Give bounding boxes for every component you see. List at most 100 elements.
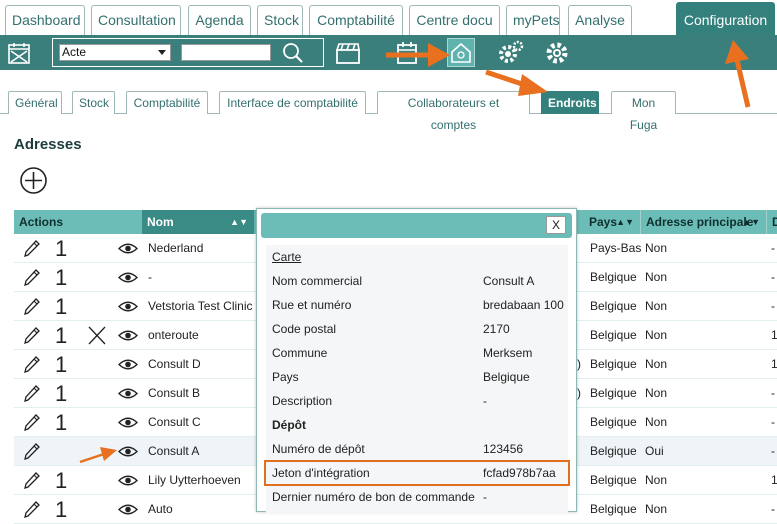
field-label: Description: [272, 394, 333, 408]
popup-field-row: Pays Belgique: [266, 365, 568, 389]
subtab-general[interactable]: Général: [8, 91, 62, 114]
field-label: Nom commercial: [272, 274, 363, 288]
tab-comptabilite[interactable]: Comptabilité: [309, 5, 403, 35]
edit-pencil-icon[interactable]: [22, 408, 40, 437]
subtab-stock[interactable]: Stock: [72, 91, 115, 114]
tab-analyse[interactable]: Analyse: [568, 5, 632, 35]
tab-consultation[interactable]: Consultation: [91, 5, 181, 35]
map-link[interactable]: Carte: [272, 245, 301, 269]
row-count: 1: [55, 294, 68, 319]
subtab-comptabilite[interactable]: Comptabilité: [126, 91, 208, 114]
row-pays: Belgique: [590, 386, 637, 400]
eye-icon[interactable]: [118, 437, 138, 466]
close-button[interactable]: X: [546, 216, 566, 234]
row-pays: Belgique: [590, 473, 637, 487]
eye-icon[interactable]: [118, 292, 138, 321]
tab-configuration[interactable]: Configuration: [676, 2, 775, 35]
field-label: Commune: [272, 346, 328, 360]
row-principale: Non: [645, 386, 668, 400]
row-pays: Belgique: [590, 357, 637, 371]
toolbar: Acte: [0, 35, 777, 70]
gear-icon[interactable]: [542, 35, 572, 70]
row-count: 1: [55, 352, 68, 377]
tab-agenda[interactable]: Agenda: [188, 5, 251, 35]
row-principale: Non: [645, 299, 668, 313]
edit-pencil-icon[interactable]: [22, 350, 40, 379]
field-value: -: [483, 490, 487, 504]
subtab-interface-comptabilite[interactable]: Interface de comptabilité: [219, 91, 366, 114]
eye-icon[interactable]: [118, 263, 138, 292]
clapperboard-icon[interactable]: [333, 35, 363, 70]
edit-pencil-icon[interactable]: [22, 292, 40, 321]
row-nom: Consult D: [148, 357, 201, 371]
edit-pencil-icon[interactable]: [22, 263, 40, 292]
subtab-endroits[interactable]: Endroits: [541, 91, 599, 114]
edit-pencil-icon[interactable]: [22, 437, 40, 466]
field-value: 2170: [483, 322, 510, 336]
row-principale: Oui: [645, 444, 664, 458]
row-d: 1: [771, 357, 777, 371]
header-actions: Actions: [19, 215, 64, 229]
calendar-cross-icon[interactable]: [6, 35, 32, 70]
search-icon[interactable]: [282, 42, 304, 69]
row-d: -: [771, 386, 775, 400]
row-count: 1: [55, 236, 68, 261]
field-label: Code postal: [272, 322, 337, 336]
edit-pencil-icon[interactable]: [22, 466, 40, 495]
eye-icon[interactable]: [118, 350, 138, 379]
row-d: -: [771, 415, 775, 429]
page-title: Adresses: [14, 136, 82, 153]
eye-icon[interactable]: [118, 466, 138, 495]
search-area: Acte: [52, 38, 324, 67]
popup-field-row: Rue et numéro bredabaan 100: [266, 293, 568, 317]
popup-depot-row: Numéro de dépôt 123456: [266, 437, 568, 461]
popup-depot-row: Dernier numéro de bon de commande -: [266, 485, 568, 509]
eye-icon[interactable]: [118, 321, 138, 350]
field-label: Dernier numéro de bon de commande: [272, 490, 475, 504]
row-nom: Consult C: [148, 415, 201, 429]
row-pays: Pays-Bas: [590, 241, 642, 255]
subtab-mon-fuga[interactable]: Mon Fuga: [611, 91, 676, 132]
field-value: Belgique: [483, 370, 530, 384]
subtab-collaborateurs[interactable]: Collaborateurs et comptes: [377, 91, 530, 132]
header-pays[interactable]: Pays ▲▼: [584, 210, 640, 234]
gears-icon[interactable]: [495, 35, 525, 70]
row-principale: Non: [645, 357, 668, 371]
row-nom: Vetstoria Test Clinic: [148, 299, 253, 313]
row-count: 1: [55, 410, 68, 435]
tab-mypets[interactable]: myPets: [506, 5, 560, 35]
row-principale: Non: [645, 270, 668, 284]
edit-pencil-icon[interactable]: [22, 495, 40, 524]
tab-stock[interactable]: Stock: [257, 5, 303, 35]
row-nom: -: [148, 270, 152, 284]
field-label: Pays: [272, 370, 299, 384]
header-nom[interactable]: Nom ▲▼: [142, 210, 254, 234]
row-principale: Non: [645, 415, 668, 429]
field-value: 123456: [483, 442, 524, 456]
home-settings-button[interactable]: [447, 38, 475, 67]
search-input[interactable]: [181, 44, 271, 61]
calendar-icon[interactable]: [393, 35, 421, 70]
tab-centre-docu[interactable]: Centre docu: [409, 5, 500, 35]
eye-icon[interactable]: [118, 495, 138, 524]
integration-token-highlight: [264, 460, 570, 486]
row-principale: Non: [645, 473, 668, 487]
eye-icon[interactable]: [118, 234, 138, 263]
close-icon[interactable]: [88, 321, 106, 350]
row-d: 1: [771, 473, 777, 487]
tab-dashboard[interactable]: Dashboard: [5, 5, 85, 35]
header-nom-label: Nom: [147, 215, 174, 229]
row-d: -: [771, 444, 775, 458]
edit-pencil-icon[interactable]: [22, 379, 40, 408]
row-principale: Non: [645, 502, 668, 516]
add-address-button[interactable]: [19, 166, 48, 195]
type-select[interactable]: Acte: [59, 44, 171, 61]
eye-icon[interactable]: [118, 379, 138, 408]
edit-pencil-icon[interactable]: [22, 321, 40, 350]
depot-title: Dépôt: [272, 418, 306, 432]
header-adresse-principale[interactable]: Adresse principale ▲▼: [640, 210, 766, 234]
eye-icon[interactable]: [118, 408, 138, 437]
row-nom: Lily Uytterhoeven: [148, 473, 241, 487]
field-label: Rue et numéro: [272, 298, 352, 312]
edit-pencil-icon[interactable]: [22, 234, 40, 263]
